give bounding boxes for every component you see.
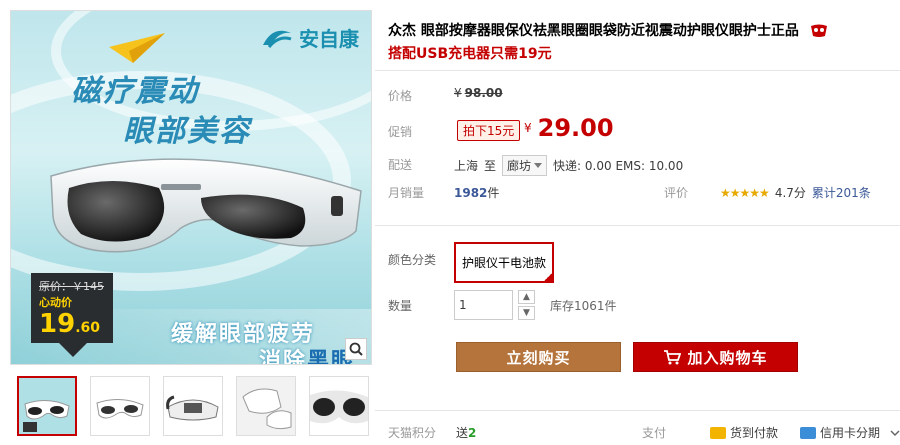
quantity-decrease-button[interactable]: ▼ — [518, 306, 535, 320]
points-number: 2 — [468, 426, 477, 440]
currency-symbol: ¥ — [454, 86, 462, 100]
divider — [375, 225, 900, 226]
divider — [375, 70, 900, 71]
shipping-fee: 快递: 0.00 EMS: 10.00 — [553, 159, 684, 173]
sales-label: 月销量 — [388, 186, 425, 200]
review-count-link[interactable]: 累计201条 — [812, 184, 871, 201]
sku-label: 颜色分类 — [388, 253, 437, 267]
thumbnail-image — [19, 378, 75, 434]
chevron-down-icon[interactable] — [890, 429, 900, 437]
product-subtitle: 搭配USB充电器只需19元 — [388, 46, 552, 62]
image-slogan-line1: 磁疗震动 — [71, 74, 199, 109]
product-title: 众杰 眼部按摩器眼保仪祛黑眼圈眼袋防近视震动护眼仪眼护士正品 — [388, 20, 828, 40]
magnifier-icon — [349, 342, 363, 356]
thumbnail-image — [166, 395, 219, 421]
original-price-value: 98.00 — [464, 86, 503, 100]
thumbnail-2[interactable] — [90, 376, 150, 436]
rating-score: 4.7分 — [774, 186, 806, 200]
brand-name: 安自康 — [299, 27, 359, 51]
tag-price-int: 19 — [39, 309, 76, 339]
sales-count: 1982 — [454, 186, 488, 200]
zoom-button[interactable] — [345, 338, 367, 360]
price-label: 价格 — [388, 89, 413, 103]
slogan4-part-a: 消除 — [259, 349, 308, 365]
tag-original-price: 原价：￥145 — [39, 280, 104, 293]
eye-massager-product — [50, 158, 362, 253]
add-to-cart-label: 加入购物车 — [687, 348, 768, 367]
sku-option-text: 护眼仪干电池款 — [462, 256, 547, 270]
original-price: ¥98.00 — [454, 86, 503, 100]
divider — [375, 410, 900, 411]
promo-badge: 拍下15元 — [457, 120, 521, 141]
product-title-text: 众杰 眼部按摩器眼保仪祛黑眼圈眼袋防近视震动护眼仪眼护士正品 — [388, 23, 799, 39]
quantity-increase-button[interactable]: ▲ — [518, 290, 535, 304]
rating-stars: ★★★★★ — [720, 185, 770, 200]
quantity-input[interactable] — [454, 290, 513, 320]
cod-icon — [709, 426, 726, 439]
monthly-sales: 1982件 — [454, 184, 499, 201]
promo-price-value: 29.00 — [537, 114, 614, 142]
points-prefix: 送 — [456, 426, 469, 440]
promo-currency: ¥ — [524, 121, 532, 135]
thumbnail-3[interactable] — [163, 376, 223, 436]
credit-card-icon — [799, 426, 816, 439]
cod-label[interactable]: 货到付款 — [730, 424, 778, 441]
shipping-row: 上海 至 廊坊 快递: 0.00 EMS: 10.00 — [454, 155, 683, 176]
thumbnail-image — [96, 399, 144, 419]
cart-icon — [664, 349, 682, 364]
promo-price: ¥29.00 — [524, 114, 614, 142]
tag-price: 19.60 — [39, 310, 105, 342]
thumbnail-1[interactable] — [17, 376, 77, 436]
selected-check-icon — [543, 272, 554, 282]
ship-from: 上海 — [454, 159, 479, 173]
thumbnail-image — [237, 377, 295, 435]
thumbnail-strip — [17, 376, 369, 436]
sku-option-selected[interactable]: 护眼仪干电池款 — [454, 242, 555, 283]
tag-price-dec: .60 — [75, 320, 100, 336]
points-label: 天猫积分 — [388, 426, 437, 440]
quantity-label: 数量 — [388, 299, 413, 313]
footer-row: 天猫积分 送2 支付 货到付款 信用卡分期 — [388, 424, 900, 441]
caret-down-icon — [534, 162, 543, 168]
promo-label: 促销 — [388, 125, 413, 139]
image-slogan-line4: 消除黑眼 — [259, 343, 355, 365]
brand-logo: 安自康 — [261, 23, 359, 52]
destination-select[interactable]: 廊坊 — [502, 155, 548, 176]
points-value: 送2 — [456, 424, 476, 441]
paper-plane-icon — [109, 33, 165, 63]
tmall-badge-icon — [810, 24, 827, 37]
stock-count: 库存1061件 — [550, 299, 617, 313]
buy-now-button[interactable]: 立刻购买 — [456, 342, 621, 372]
brand-logo-icon — [263, 30, 292, 48]
shipping-label: 配送 — [388, 158, 413, 172]
pay-label: 支付 — [641, 426, 666, 440]
add-to-cart-button[interactable]: 加入购物车 — [633, 342, 798, 372]
main-product-image[interactable]: 安自康 磁疗震动 眼部美容 原价：￥145 心动价 19.60 缓解眼部疲劳 消… — [10, 10, 372, 365]
thumbnail-4[interactable] — [236, 376, 296, 436]
payment-options: 支付 货到付款 信用卡分期 — [642, 424, 900, 441]
thumbnail-image — [310, 390, 368, 424]
credit-label[interactable]: 信用卡分期 — [820, 424, 880, 441]
rating-row: 评价 ★★★★★ 4.7分 累计201条 — [664, 184, 871, 201]
sales-unit: 件 — [487, 186, 500, 200]
thumbnail-5[interactable] — [309, 376, 369, 436]
image-price-tag: 原价：￥145 心动价 19.60 — [31, 273, 113, 357]
ship-to-word: 至 — [484, 159, 497, 173]
tag-label: 心动价 — [39, 296, 72, 309]
destination-value: 廊坊 — [507, 159, 532, 173]
rating-label: 评价 — [664, 186, 689, 200]
